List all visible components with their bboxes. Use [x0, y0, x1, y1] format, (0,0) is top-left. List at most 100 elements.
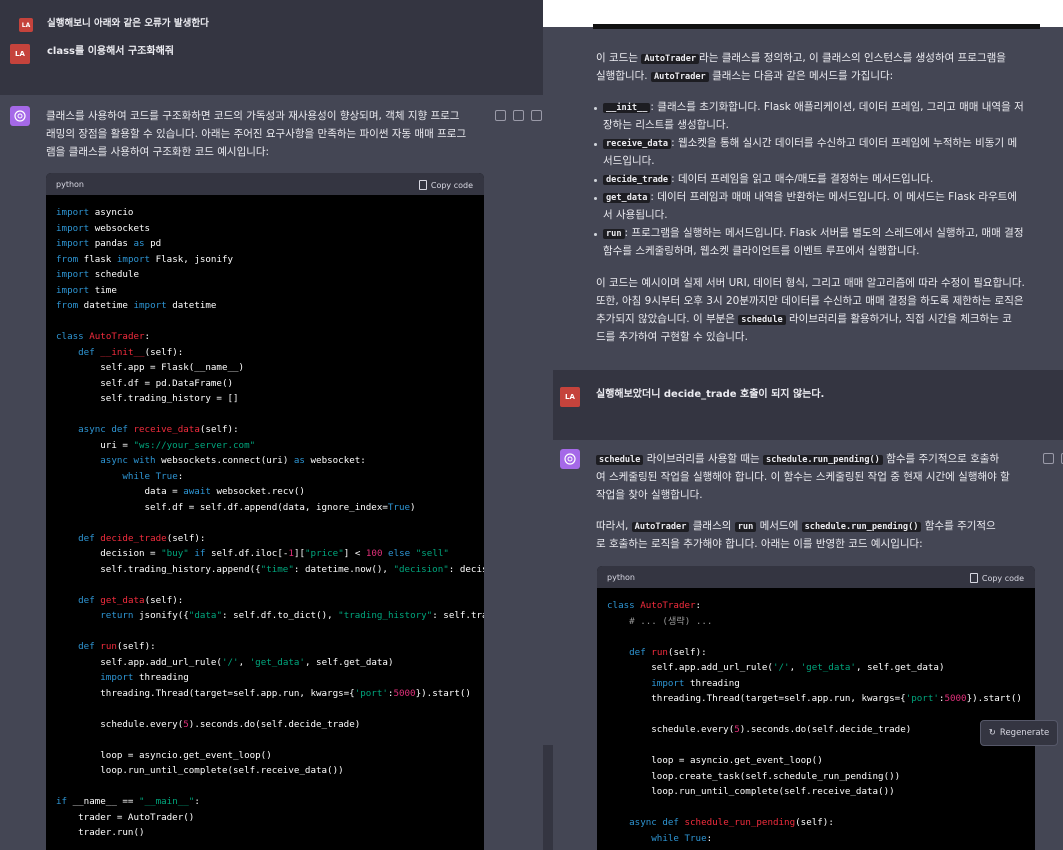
copy-code-label: Copy code	[430, 180, 473, 190]
copy-code-button[interactable]: Copy code	[969, 573, 1024, 583]
code-line: while True:	[122, 470, 184, 482]
code-line: uri = "ws://your_server.com"	[56, 439, 256, 451]
code-line: def run(self):	[78, 641, 156, 652]
code-line: # ... (생략) ...	[629, 615, 713, 627]
note-line: 이 코드는 예시이며 실제 서버 URI, 데이터 형식, 그리고 매매 알고리…	[596, 277, 1025, 289]
note-line: 추가되지 않았습니다. 이 부분은 schedule 라이브러리를 활용하거나,…	[596, 313, 1012, 325]
answer-line: 로 호출하는 로직을 추가해야 합니다. 아래는 이를 반영한 코드 예시입니다…	[596, 538, 923, 550]
message-actions	[1043, 453, 1063, 464]
method-description: 서드입니다.	[603, 155, 655, 167]
user-avatar: LA	[19, 18, 33, 32]
chatgpt-avatar-icon	[10, 106, 30, 126]
code-line: trader.run()	[56, 827, 145, 838]
code-block-bottom-edge	[593, 24, 1040, 29]
user-avatar: LA	[10, 44, 30, 64]
thumbs-down-icon[interactable]	[531, 110, 542, 121]
code-line: def __init__(self):	[78, 346, 184, 358]
clipboard-icon	[969, 573, 978, 583]
method-description: 함수를 스케줄링하며, 웹소켓 클라이언트를 이벤트 루프에서 실행합니다.	[603, 245, 920, 257]
code-line: def get_data(self):	[78, 594, 184, 606]
method-description: 서 사용됩니다.	[603, 209, 668, 221]
screenshot-gap	[543, 0, 1063, 27]
code-line: self.df = pd.DataFrame()	[56, 377, 234, 389]
regenerate-label: Regenerate	[999, 728, 1050, 738]
thumbs-up-icon[interactable]	[513, 110, 524, 121]
code-block: python Copy code import asyncio import we…	[46, 173, 484, 850]
user-message-3: 실행해보았더니 decide_trade 호출이 되지 않는다.	[596, 389, 825, 400]
code-line: return jsonify({"data": self.df.to_dict(…	[100, 610, 484, 621]
code-line: while True:	[651, 832, 713, 844]
answer-line: 램을 클래스를 사용하여 구조화한 코드 예시입니다:	[46, 146, 270, 158]
code-line: schedule.every(5).seconds.do(self.decide…	[607, 724, 912, 735]
code-line: def decide_trade(self):	[78, 532, 206, 544]
bullet	[594, 143, 597, 146]
copy-code-button[interactable]: Copy code	[418, 180, 473, 190]
answer-line: 실행합니다. AutoTrader 클래스는 다음과 같은 메서드를 가집니다:	[596, 70, 894, 82]
code-line: import schedule	[56, 269, 139, 280]
code-line: self.trading_history.append({"time": dat…	[56, 563, 484, 575]
note-line: 드를 추가하여 구현할 수 있습니다.	[596, 331, 748, 343]
refresh-icon: ↻	[988, 728, 996, 738]
code-line: import websockets	[56, 222, 151, 234]
code-line: async with websockets.connect(uri) as we…	[100, 455, 366, 466]
code-line: async def receive_data(self):	[78, 424, 239, 435]
user-message-2: class를 이용해서 구조화해줘	[47, 46, 174, 57]
code-line: class AutoTrader:	[607, 600, 702, 611]
code-block-header: python Copy code	[46, 173, 484, 195]
code-line: import time	[56, 284, 117, 296]
method-description: __init__: 클래스를 초기화합니다. Flask 애플리케이션, 데이터…	[603, 98, 1024, 118]
copy-icon[interactable]	[495, 110, 506, 121]
code-line: from flask import Flask, jsonify	[56, 253, 234, 265]
code-line: self.trading_history = []	[56, 393, 239, 404]
method-description: get_data: 데이터 프레임과 매매 내역을 반환하는 메서드입니다. 이…	[603, 188, 1017, 208]
bullet	[594, 197, 597, 200]
user-message-area	[553, 370, 1063, 440]
code-line: async def schedule_run_pending(self):	[629, 817, 834, 828]
regenerate-button[interactable]: ↻ Regenerate	[980, 720, 1058, 746]
bullet	[594, 233, 597, 236]
method-description: decide_trade: 데이터 프레임을 읽고 매수/매도를 결정하는 메서…	[603, 170, 933, 190]
code-line: if __name__ == "__main__":	[56, 796, 200, 807]
answer-line: 이 코드는 AutoTrader 라는 클래스를 정의하고, 이 클래스의 인스턴…	[596, 52, 1006, 64]
note-line: 또한, 아침 9시부터 오후 3시 20분까지만 데이터를 수신하고 매매 결정…	[596, 295, 1024, 307]
code-line: trader = AutoTrader()	[56, 811, 195, 823]
answer-line: 래밍의 장점을 활용할 수 있습니다. 아래는 주어진 요구사항을 만족하는 파…	[46, 128, 467, 140]
copy-icon[interactable]	[1043, 453, 1054, 464]
code-line: import threading	[651, 677, 740, 689]
code-line: self.app = Flask(__name__)	[56, 362, 245, 373]
method-description: run: 프로그램을 실행하는 메서드입니다. Flask 서버를 별도의 스레…	[603, 224, 1024, 244]
method-description: 장하는 리스트를 생성합니다.	[603, 119, 729, 131]
answer-line: 여 스케줄링된 작업을 실행해야 합니다. 이 함수는 스케줄링된 작업 중 현…	[596, 471, 1010, 483]
code-line: import asyncio	[56, 207, 134, 218]
code-line: loop.run_until_complete(self.receive_dat…	[56, 765, 344, 776]
code-line: schedule.every(5).seconds.do(self.decide…	[56, 718, 361, 730]
chatgpt-avatar-icon	[560, 449, 580, 469]
copy-code-label: Copy code	[981, 573, 1024, 583]
method-description: receive_data: 웹소켓을 통해 실시간 데이터를 수신하고 데이터 …	[603, 134, 1017, 154]
code-language-label: python	[607, 573, 635, 582]
user-message-1: 실행해보니 아래와 같은 오류가 발생한다	[47, 18, 209, 29]
code-line: from datetime import datetime	[56, 300, 217, 311]
code-line: decision = "buy" if self.df.iloc[-1]["pr…	[56, 548, 449, 559]
code-line: class AutoTrader:	[56, 331, 151, 342]
code-line: threading.Thread(target=self.app.run, kw…	[56, 687, 471, 699]
left-chat-panel: LA 실행해보니 아래와 같은 오류가 발생한다 LA class를 이용해서 …	[0, 0, 551, 850]
answer-line: 클래스를 사용하여 코드를 구조화하면 코드의 가독성과 재사용성이 향상되며,…	[46, 110, 460, 122]
code-line: loop = asyncio.get_event_loop()	[56, 749, 272, 761]
code-line: self.app.add_url_rule('/', 'get_data', s…	[56, 656, 394, 668]
bullet	[594, 107, 597, 110]
code-line: loop.run_until_complete(self.receive_dat…	[607, 786, 895, 797]
code-line: loop = asyncio.get_event_loop()	[607, 755, 823, 766]
bullet	[594, 179, 597, 182]
code-line: self.app.add_url_rule('/', 'get_data', s…	[607, 662, 945, 673]
code-line: data = await websocket.recv()	[56, 486, 305, 497]
clipboard-icon	[418, 180, 427, 190]
code-language-label: python	[56, 180, 84, 189]
answer-line: schedule 라이브러리를 사용할 때는 schedule.run_pend…	[596, 450, 999, 470]
message-actions	[495, 110, 542, 121]
code-line: self.df = self.df.append(data, ignore_in…	[56, 501, 416, 513]
code-line: import threading	[100, 672, 189, 683]
code-block-header: python Copy code	[597, 566, 1035, 588]
code-line: import pandas as pd	[56, 238, 162, 249]
screenshot-gap	[543, 745, 553, 850]
